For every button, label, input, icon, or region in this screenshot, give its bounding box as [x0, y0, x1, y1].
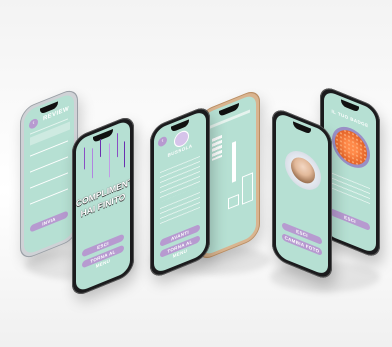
notch — [292, 121, 312, 135]
screen-blocks — [202, 93, 256, 257]
confetti — [92, 148, 93, 179]
send-button[interactable]: INVIA — [30, 210, 68, 233]
block-tall — [242, 172, 253, 205]
phone-profile: ESCI CAMBIA FOTO — [272, 105, 332, 283]
badge-icon — [335, 124, 367, 170]
block-small — [228, 193, 239, 210]
confetti — [84, 147, 85, 170]
screen-profile: ESCI CAMBIA FOTO — [276, 111, 328, 277]
back-button[interactable]: ‹ — [158, 135, 167, 148]
notch — [340, 99, 360, 113]
notch — [93, 129, 113, 143]
rating-slider-2[interactable] — [30, 156, 68, 173]
badge-description — [330, 171, 370, 205]
screen-complimenti: COMPLIMENTI! HAI FINITO ESCI TORNA AL ME… — [76, 119, 130, 293]
confetti — [109, 143, 110, 178]
phone-complimenti: COMPLIMENTI! HAI FINITO ESCI TORNA AL ME… — [72, 113, 134, 299]
screen-bussola: ‹ BUSSOLA AVANTI TORNA AL MENU — [154, 109, 206, 275]
block-column — [232, 141, 236, 183]
back-button[interactable]: ‹ — [29, 117, 38, 131]
exit-button[interactable]: ESCI — [330, 208, 370, 231]
rating-slider-4[interactable] — [30, 188, 68, 205]
block-stack — [212, 134, 222, 161]
screen-review: ‹ REVIEW INVIA — [24, 91, 74, 257]
phone-review: ‹ REVIEW INVIA — [20, 86, 78, 262]
rating-slider-3[interactable] — [30, 172, 68, 189]
phone-bussola: ‹ BUSSOLA AVANTI TORNA AL MENU — [150, 103, 210, 281]
confetti — [124, 141, 125, 168]
badge-pattern — [335, 124, 367, 170]
confetti — [100, 138, 101, 158]
confetti — [117, 132, 118, 158]
